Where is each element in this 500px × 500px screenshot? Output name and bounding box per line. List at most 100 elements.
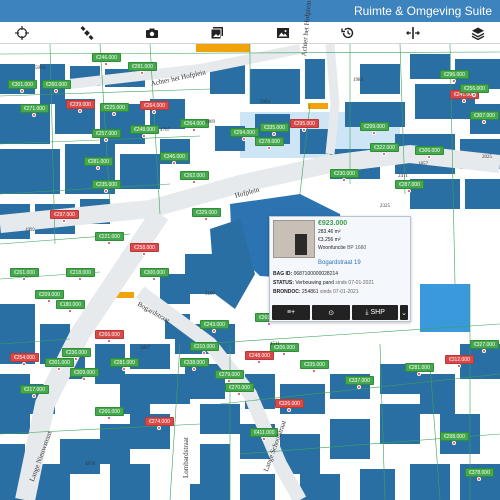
price-label[interactable]: €287.000 <box>395 180 424 189</box>
price-label[interactable]: €297.000 <box>50 210 79 219</box>
price-label[interactable]: €322.000 <box>370 143 399 152</box>
location-pin-icon <box>62 219 66 223</box>
picture-icon[interactable] <box>273 23 293 43</box>
price-label[interactable]: €257.000 <box>92 129 121 138</box>
price-label[interactable]: €326.000 <box>275 399 304 408</box>
price-label[interactable]: €346.000 <box>160 152 189 161</box>
price-label[interactable]: €264.000 <box>140 101 169 110</box>
price-label[interactable]: €296.000 <box>440 70 469 79</box>
map-toolbar <box>0 22 500 44</box>
camera-icon[interactable] <box>142 23 162 43</box>
more-button[interactable]: ⌄ <box>400 305 408 320</box>
price-label[interactable]: €281.000 <box>128 62 157 71</box>
price-label[interactable]: €301.000 <box>45 358 74 367</box>
location-pin-icon <box>22 362 26 366</box>
price-label[interactable]: €281.000 <box>405 363 434 372</box>
price-label[interactable]: €270.000 <box>225 383 254 392</box>
location-pin-icon <box>272 132 276 136</box>
bag-id-row: BAG ID: 0687100000028214 <box>273 270 409 279</box>
price-label[interactable]: €271.000 <box>20 104 49 113</box>
price-label[interactable]: €256.000 <box>460 84 489 93</box>
price-label[interactable]: €239.000 <box>66 100 95 109</box>
price-label[interactable]: €281.000 <box>84 157 113 166</box>
price-label[interactable]: €329.000 <box>192 208 221 217</box>
price-label[interactable]: €274.000 <box>145 417 174 426</box>
bag-id-value: 0687100000028214 <box>293 271 339 277</box>
price-label[interactable]: €335.000 <box>300 360 329 369</box>
price-label[interactable]: €278.000 <box>255 137 284 146</box>
price-label[interactable]: €266.000 <box>95 407 124 416</box>
price-label[interactable]: €307.000 <box>470 111 499 120</box>
price-label[interactable]: €236.000 <box>62 348 91 357</box>
price-label[interactable]: €338.000 <box>180 358 209 367</box>
price-label[interactable]: €254.000 <box>10 353 39 362</box>
price-label[interactable]: €180.000 <box>56 300 85 309</box>
shp-label: SHP <box>370 309 385 316</box>
street-view-button[interactable]: ⊙ <box>312 305 351 320</box>
price-label[interactable]: €378.000 <box>465 468 494 477</box>
building <box>380 404 420 444</box>
price-label[interactable]: €301.000 <box>8 80 37 89</box>
location-pin-icon <box>104 189 108 193</box>
price-label[interactable]: €294.000 <box>230 128 259 137</box>
price-label[interactable]: €258.000 <box>130 243 159 252</box>
price-label[interactable]: €327.000 <box>470 340 499 349</box>
building <box>100 424 130 464</box>
location-pin-icon <box>452 441 456 445</box>
price-label[interactable]: €246.000 <box>92 53 121 62</box>
location-pin-icon <box>257 360 261 364</box>
download-shp-button[interactable]: ⤓ SHP <box>352 305 398 320</box>
price-label[interactable]: €230.000 <box>330 169 359 178</box>
price-label[interactable]: €299.000 <box>360 122 389 131</box>
price-label[interactable]: €335.000 <box>260 123 289 132</box>
image-stack-icon[interactable] <box>207 23 227 43</box>
location-pin-icon <box>204 217 208 221</box>
price-label[interactable]: €309.000 <box>70 368 99 377</box>
price-label[interactable]: €298.000 <box>440 432 469 441</box>
property-address[interactable]: Bogardstraat 19 <box>318 260 361 266</box>
brondoc-since: sinds 07-01-2021 <box>319 289 359 295</box>
price-label[interactable]: €243.000 <box>200 320 229 329</box>
selected-parcel <box>308 103 328 109</box>
price-label[interactable]: €248.000 <box>245 351 274 360</box>
crosshair-icon[interactable] <box>12 23 32 43</box>
brondoc-label: BRONDOC: <box>273 289 301 295</box>
location-pin-icon <box>140 71 144 75</box>
price-label[interactable]: €312.000 <box>445 355 474 364</box>
price-label[interactable]: €248.000 <box>130 125 159 134</box>
location-pin-icon <box>22 277 26 281</box>
building <box>250 69 300 104</box>
location-pin-icon <box>452 79 456 83</box>
price-label[interactable]: €260.000 <box>42 80 71 89</box>
satellite-icon[interactable] <box>77 23 97 43</box>
layers-icon[interactable] <box>468 23 488 43</box>
price-label[interactable]: €217.000 <box>20 385 49 394</box>
price-label[interactable]: €235.000 <box>92 180 121 189</box>
price-label[interactable]: €262.000 <box>180 171 209 180</box>
building <box>300 129 330 154</box>
price-label[interactable]: €225.000 <box>100 103 129 112</box>
price-label[interactable]: €295.000 <box>290 119 319 128</box>
price-label[interactable]: €218.000 <box>66 268 95 277</box>
price-label[interactable]: €261.000 <box>10 268 39 277</box>
history-icon[interactable] <box>338 23 358 43</box>
price-label[interactable]: €306.000 <box>415 146 444 155</box>
parcel-number: 3867 <box>140 346 150 351</box>
split-icon[interactable] <box>403 23 423 43</box>
price-label[interactable]: €209.000 <box>35 290 64 299</box>
highlight-lot <box>420 284 470 332</box>
price-label[interactable]: €221.000 <box>95 232 124 241</box>
price-label[interactable]: €266.000 <box>95 330 124 339</box>
price-label[interactable]: €281.000 <box>110 358 139 367</box>
location-pin-icon <box>172 161 176 165</box>
price-label[interactable]: €300.000 <box>140 268 169 277</box>
building <box>410 464 450 500</box>
location-pin-icon <box>54 89 58 93</box>
price-label[interactable]: €310.000 <box>190 342 219 351</box>
location-pin-icon <box>107 416 111 420</box>
location-pin-icon <box>122 367 126 371</box>
property-photo[interactable] <box>273 220 315 258</box>
add-list-button[interactable]: ≡+ <box>272 305 311 320</box>
price-label[interactable]: €279.000 <box>215 370 244 379</box>
price-label[interactable]: €337.000 <box>345 376 374 385</box>
